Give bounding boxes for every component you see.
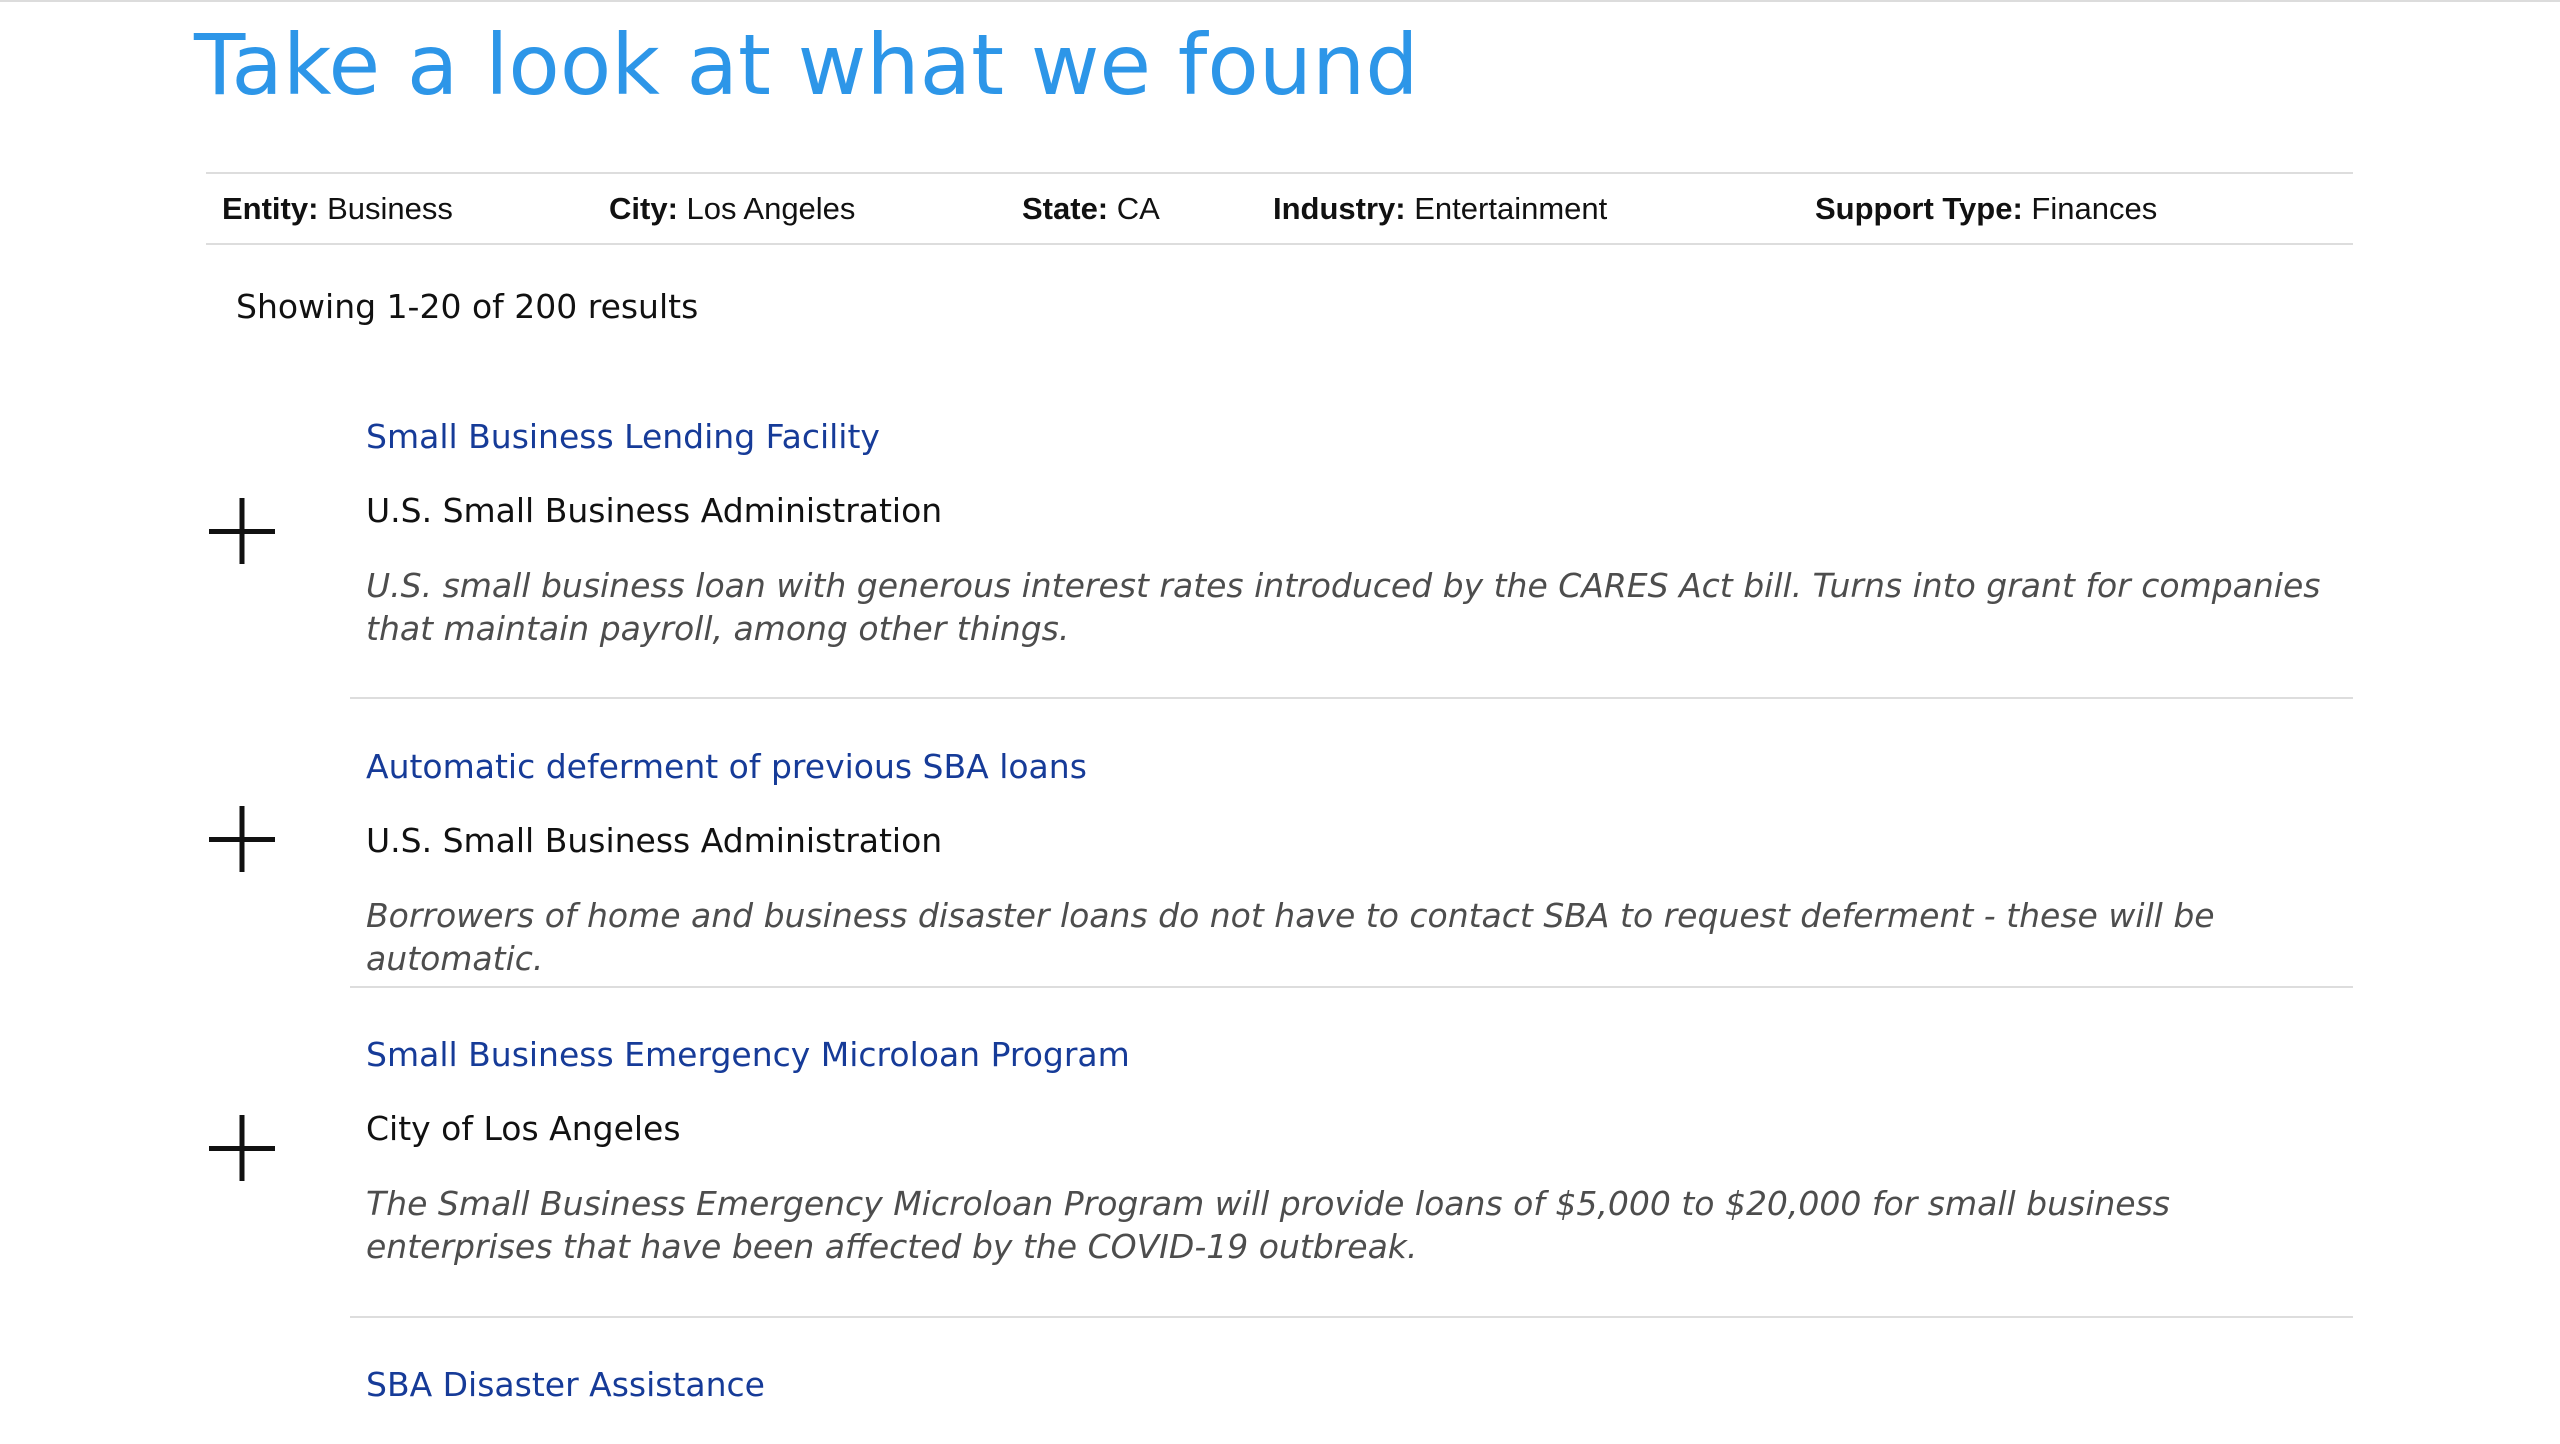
filter-support-type-value: Finances — [2031, 191, 2158, 226]
result-item: Small Business Lending Facility U.S. Sma… — [209, 412, 2353, 699]
result-description: Borrowers of home and business disaster … — [366, 896, 2215, 978]
filter-state: State: CA — [1022, 174, 1160, 243]
result-title-link[interactable]: Automatic deferment of previous SBA loan… — [366, 742, 1087, 792]
filter-industry-label: Industry: — [1273, 191, 1406, 226]
plus-icon[interactable] — [207, 1113, 277, 1183]
result-item: Automatic deferment of previous SBA loan… — [209, 742, 2353, 988]
filter-industry-value: Entertainment — [1414, 191, 1608, 226]
search-filter-summary: Entity: Business City: Los Angeles State… — [206, 172, 2353, 245]
result-description: The Small Business Emergency Microloan P… — [366, 1184, 2170, 1266]
result-item: Small Business Emergency Microloan Progr… — [209, 1030, 2353, 1318]
filter-entity-value: Business — [327, 191, 453, 226]
result-agency: City of Los Angeles — [366, 1109, 681, 1148]
result-title-link[interactable]: SBA Disaster Assistance — [366, 1360, 765, 1410]
result-item: SBA Disaster Assistance — [350, 1360, 2353, 1444]
filter-city-label: City: — [609, 191, 678, 226]
filter-state-label: State: — [1022, 191, 1109, 226]
page-title: Take a look at what we found — [194, 16, 1419, 114]
filter-industry: Industry: Entertainment — [1273, 174, 1607, 243]
result-agency: U.S. Small Business Administration — [366, 821, 943, 860]
result-agency: U.S. Small Business Administration — [366, 491, 943, 530]
filter-support-type-label: Support Type: — [1815, 191, 2023, 226]
filter-state-value: CA — [1116, 191, 1160, 226]
filter-entity: Entity: Business — [222, 174, 453, 243]
result-description: U.S. small business loan with generous i… — [366, 566, 2321, 648]
top-divider — [0, 0, 2560, 2]
filter-city: City: Los Angeles — [609, 174, 855, 243]
filter-support-type: Support Type: Finances — [1815, 174, 2157, 243]
results-count: Showing 1-20 of 200 results — [236, 287, 699, 326]
plus-icon[interactable] — [207, 496, 277, 566]
filter-entity-label: Entity: — [222, 191, 319, 226]
filter-city-value: Los Angeles — [686, 191, 856, 226]
result-title-link[interactable]: Small Business Emergency Microloan Progr… — [366, 1030, 1130, 1080]
result-title-link[interactable]: Small Business Lending Facility — [366, 412, 880, 462]
plus-icon[interactable] — [207, 804, 277, 874]
